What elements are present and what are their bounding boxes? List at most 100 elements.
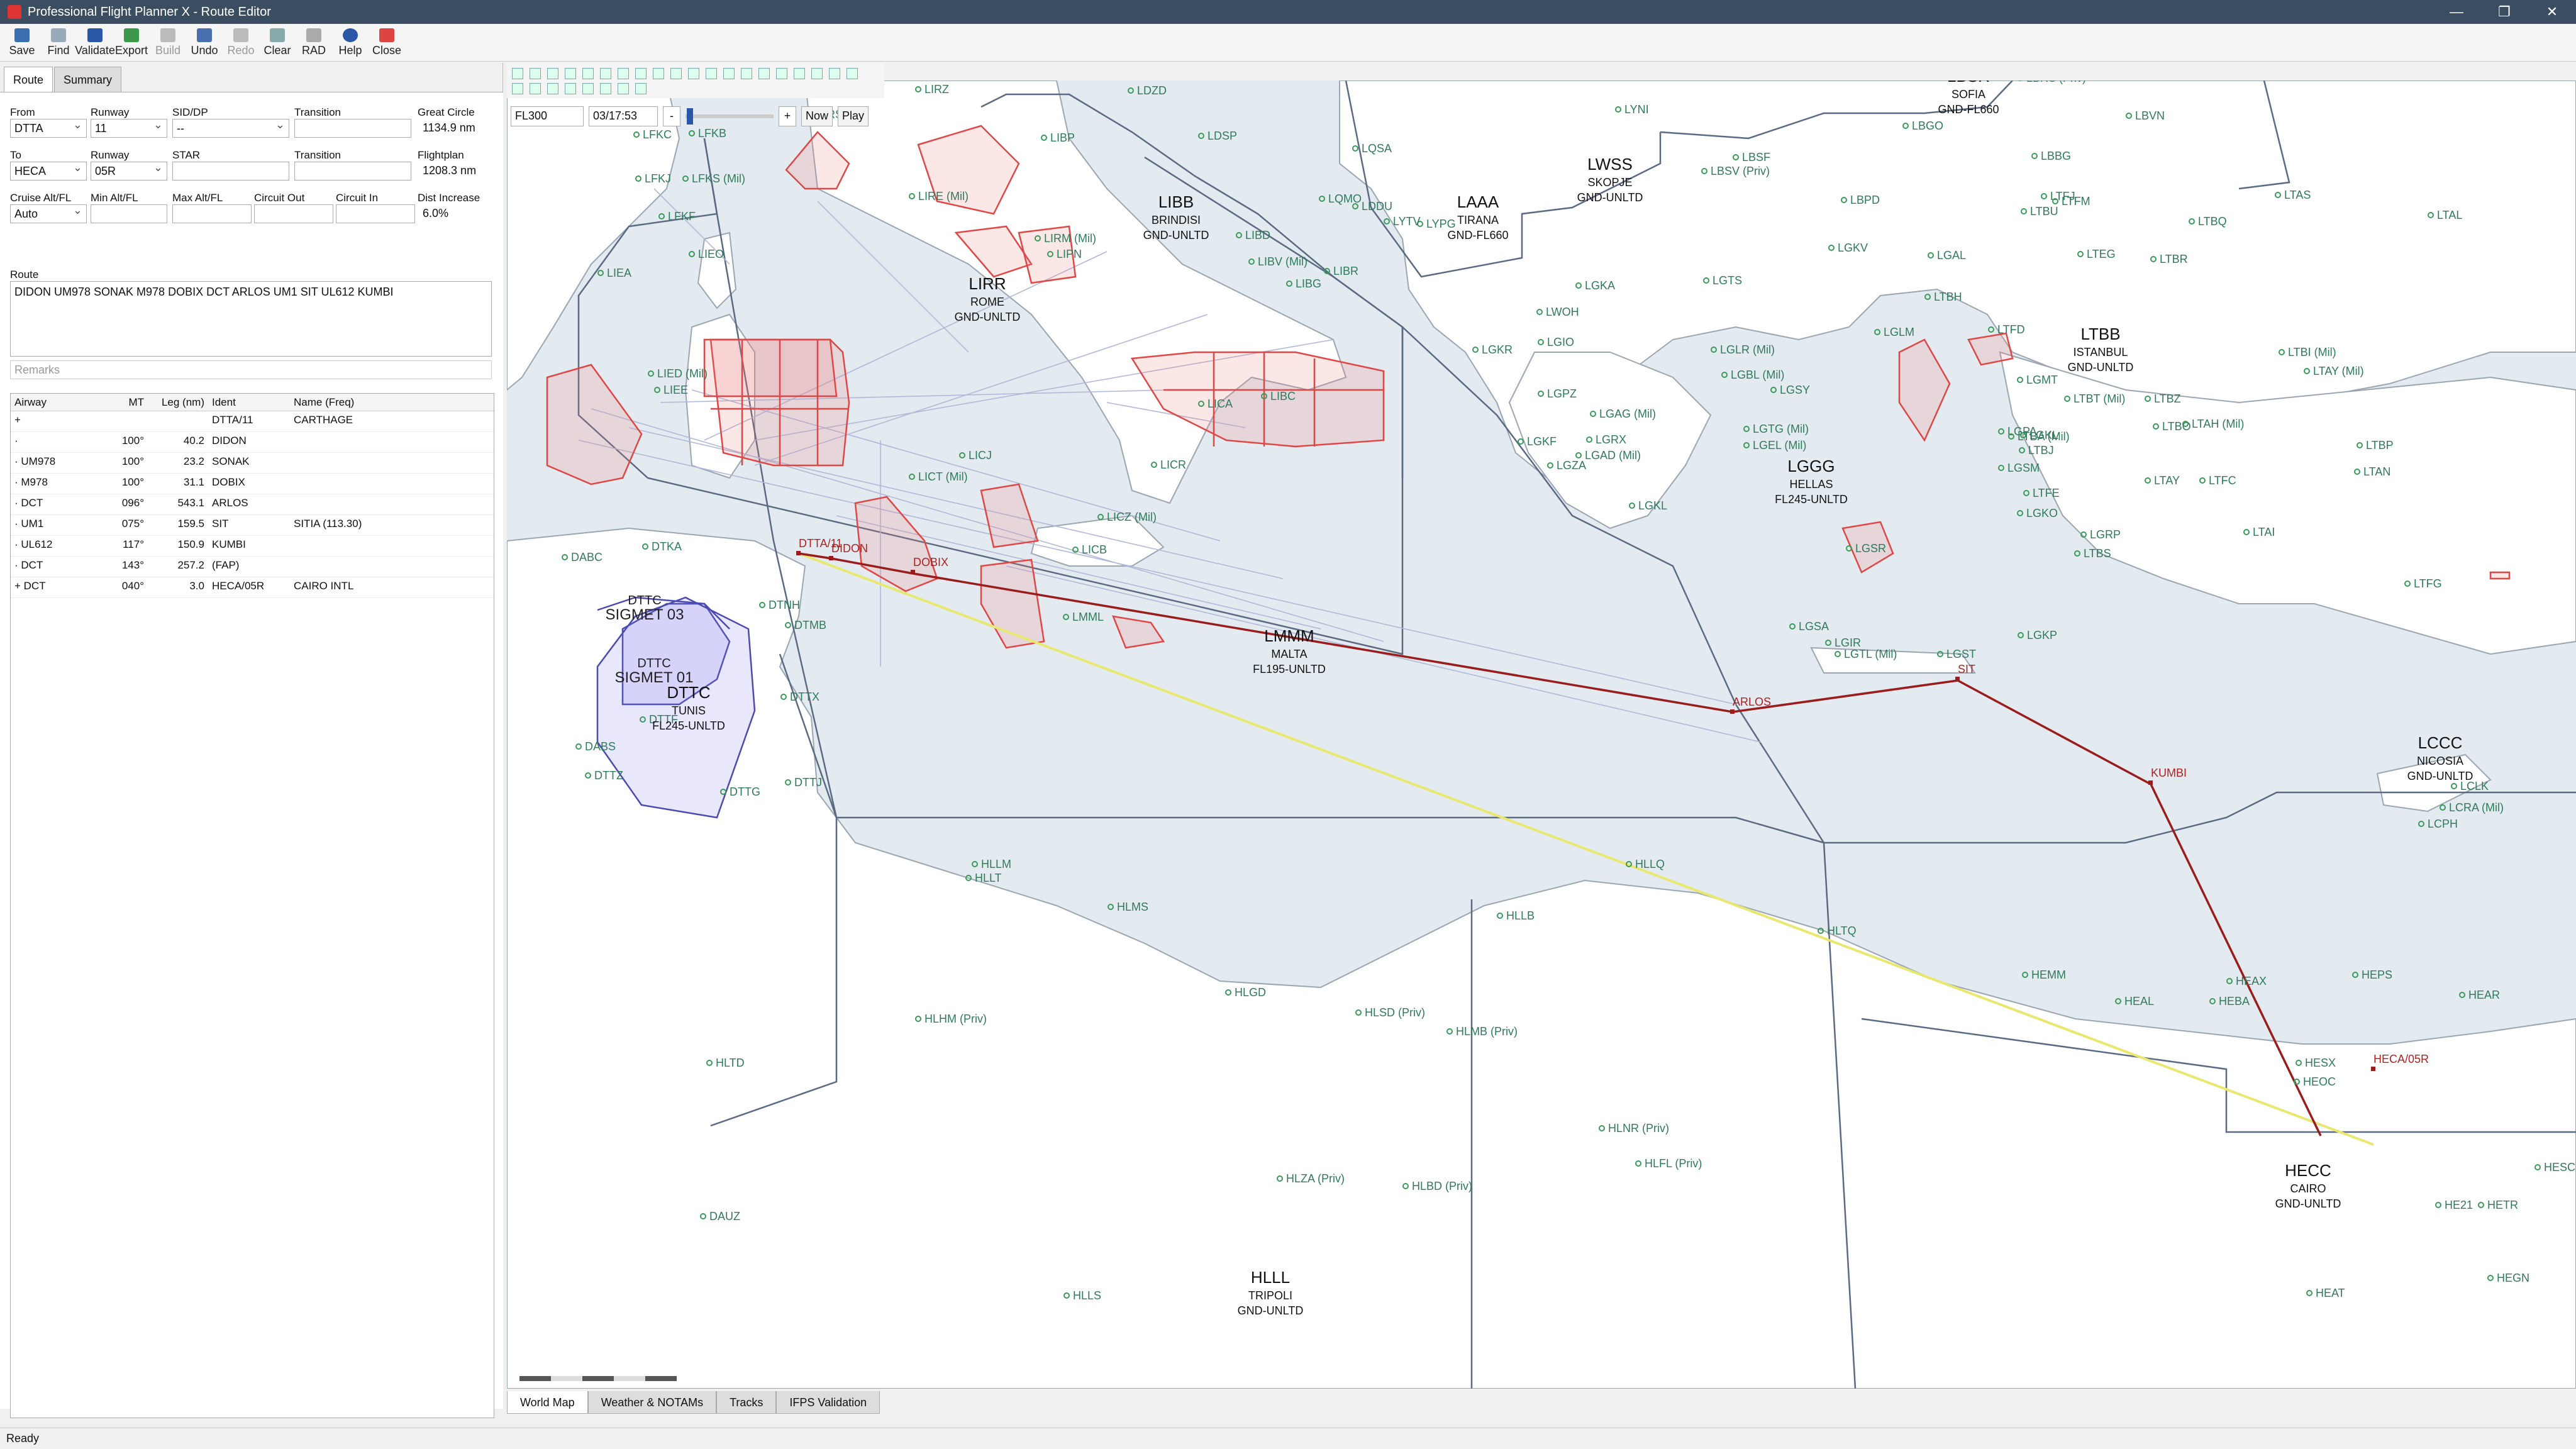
airport-marker[interactable]	[1236, 232, 1242, 238]
map-tool-icon[interactable]	[618, 68, 629, 79]
airport-marker[interactable]	[2418, 821, 2424, 827]
airport-marker[interactable]	[1998, 428, 2004, 435]
airport-marker[interactable]	[1924, 294, 1931, 300]
map-tool-icon[interactable]	[565, 68, 576, 79]
table-row[interactable]: · UM978 100° 23.2 SONAK	[11, 453, 494, 474]
map-tool-icon[interactable]	[635, 83, 647, 94]
airport-marker[interactable]	[689, 130, 695, 136]
map-tool-icon[interactable]	[582, 68, 594, 79]
waypoint-marker[interactable]	[2371, 1067, 2375, 1071]
airport-marker[interactable]	[1789, 623, 1796, 630]
map-tool-icon[interactable]	[512, 83, 523, 94]
airport-marker[interactable]	[2352, 972, 2358, 978]
play-button[interactable]: Play	[838, 106, 869, 126]
airport-marker[interactable]	[2022, 972, 2028, 978]
col-ident[interactable]: Ident	[208, 394, 290, 411]
airport-marker[interactable]	[689, 251, 695, 257]
airport-marker[interactable]	[2017, 510, 2023, 516]
airport-marker[interactable]	[2459, 992, 2465, 998]
map-tool-icon[interactable]	[618, 83, 629, 94]
map-tool-icon[interactable]	[847, 68, 858, 79]
maxalt-field[interactable]	[172, 204, 252, 223]
map-tool-icon[interactable]	[829, 68, 840, 79]
time-plus-button[interactable]: +	[779, 106, 796, 126]
map-canvas[interactable]: LIRZLIRS (Mil)LIBPLIRE (Mil)LIRM (Mil)LI…	[507, 80, 2576, 1389]
tab-route[interactable]: Route	[4, 67, 53, 92]
table-row[interactable]: · UL612 117° 150.9 KUMBI	[11, 536, 494, 557]
airport-marker[interactable]	[1286, 280, 1292, 287]
table-row[interactable]: + DTTA/11 CARTHAGE	[11, 411, 494, 432]
time-slider[interactable]	[686, 108, 774, 125]
waypoint-marker[interactable]	[2148, 780, 2153, 785]
table-row[interactable]: + DCT 040° 3.0 HECA/05R CAIRO INTL	[11, 577, 494, 598]
airport-marker[interactable]	[682, 175, 689, 182]
airport-marker[interactable]	[1319, 196, 1325, 202]
airport-marker[interactable]	[1825, 640, 1831, 646]
redo-button[interactable]: Redo	[223, 24, 259, 62]
airport-marker[interactable]	[1198, 133, 1204, 139]
airport-marker[interactable]	[654, 387, 660, 393]
map-tool-icon[interactable]	[530, 68, 541, 79]
from-runway-select[interactable]: 11	[91, 118, 167, 138]
rad-button[interactable]: RAD	[296, 24, 332, 62]
map-tool-icon[interactable]	[512, 68, 523, 79]
map-tool-icon[interactable]	[653, 68, 664, 79]
sid-select[interactable]: --	[172, 118, 289, 138]
col-name[interactable]: Name (Freq)	[290, 394, 491, 411]
map-tool-icon[interactable]	[706, 68, 717, 79]
table-row[interactable]: · 100° 40.2 DIDON	[11, 432, 494, 453]
map-tool-icon[interactable]	[758, 68, 770, 79]
build-button[interactable]: Build	[150, 24, 186, 62]
map-tool-icon[interactable]	[741, 68, 752, 79]
map-tool-icon[interactable]	[794, 68, 805, 79]
close-window-button[interactable]: ✕	[2528, 0, 2576, 24]
airport-marker[interactable]	[1988, 326, 1994, 333]
undo-button[interactable]: Undo	[186, 24, 223, 62]
tab-world-map[interactable]: World Map	[507, 1391, 588, 1414]
star-transition-field[interactable]	[294, 162, 411, 180]
airport-marker[interactable]	[648, 370, 654, 377]
map-tool-icon[interactable]	[600, 83, 611, 94]
to-runway-select[interactable]: 05R	[91, 161, 167, 180]
cruise-select[interactable]: Auto	[10, 204, 87, 223]
airport-marker[interactable]	[2019, 447, 2025, 453]
to-field[interactable]: HECA	[10, 161, 87, 180]
tab-weather-notams[interactable]: Weather & NOTAMs	[587, 1391, 717, 1414]
map-tool-icon[interactable]	[547, 68, 558, 79]
tab-tracks[interactable]: Tracks	[716, 1391, 777, 1414]
map-tool-icon[interactable]	[582, 83, 594, 94]
airport-marker[interactable]	[1743, 442, 1750, 448]
airport-marker[interactable]	[597, 270, 604, 276]
tab-summary[interactable]: Summary	[54, 67, 122, 92]
table-row[interactable]: · M978 100° 31.1 DOBIX	[11, 474, 494, 494]
airport-marker[interactable]	[1721, 372, 1728, 378]
col-airway[interactable]: Airway	[11, 394, 100, 411]
route-text[interactable]: DIDON UM978 SONAK M978 DOBIX DCT ARLOS U…	[10, 281, 492, 357]
clear-button[interactable]: Clear	[259, 24, 296, 62]
star-select[interactable]	[172, 162, 289, 180]
find-button[interactable]: Find	[40, 24, 77, 62]
airport-marker[interactable]	[909, 474, 915, 480]
airport-marker[interactable]	[2115, 998, 2121, 1004]
time-field[interactable]: 03/17:53	[589, 106, 658, 126]
table-row[interactable]: · UM1 075° 159.5 SIT SITIA (113.30)	[11, 515, 494, 536]
now-button[interactable]: Now	[801, 106, 833, 126]
table-row[interactable]: · DCT 143° 257.2 (FAP)	[11, 557, 494, 577]
save-button[interactable]: Save	[4, 24, 40, 62]
minalt-field[interactable]	[91, 204, 167, 223]
airport-marker[interactable]	[1248, 258, 1255, 265]
map-tool-icon[interactable]	[670, 68, 682, 79]
waypoint-marker[interactable]	[829, 556, 833, 560]
map-tool-icon[interactable]	[530, 83, 541, 94]
maximize-button[interactable]: ❐	[2480, 0, 2528, 24]
minimize-button[interactable]: —	[2433, 0, 2480, 24]
col-mt[interactable]: MT	[100, 394, 148, 411]
map-tool-icon[interactable]	[635, 68, 647, 79]
export-button[interactable]: Export	[113, 24, 150, 62]
airport-marker[interactable]	[2226, 978, 2233, 984]
remarks-field[interactable]: Remarks	[10, 360, 492, 379]
airport-marker[interactable]	[1711, 347, 1717, 353]
waypoint-marker[interactable]	[1955, 677, 1960, 681]
airport-marker[interactable]	[1770, 387, 1777, 393]
airport-marker[interactable]	[1108, 904, 1114, 910]
